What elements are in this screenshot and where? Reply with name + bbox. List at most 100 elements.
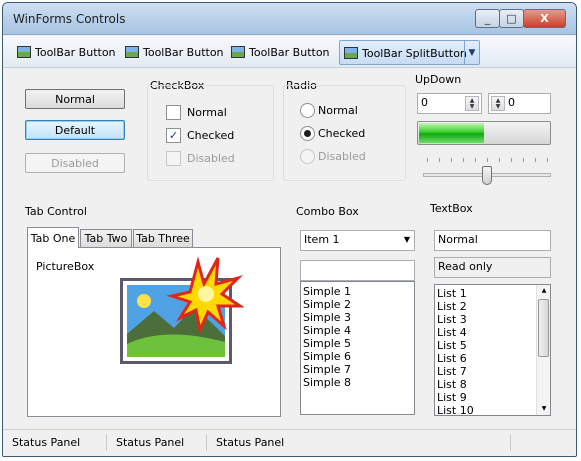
list-item[interactable]: List 2 bbox=[435, 300, 550, 313]
updown-value: 0 bbox=[508, 96, 515, 109]
chevron-down-icon[interactable]: ▼ bbox=[404, 235, 410, 244]
updown-1[interactable]: 0 ▲ ▼ bbox=[417, 93, 482, 114]
slider-tick bbox=[439, 158, 440, 162]
updown-value: 0 bbox=[421, 96, 428, 109]
status-panel-1: Status Panel bbox=[3, 434, 107, 451]
check-icon[interactable]: ✓ bbox=[166, 128, 181, 143]
toolbar-button-label: ToolBar Button bbox=[143, 45, 224, 59]
radio-checked[interactable]: Checked bbox=[300, 126, 365, 141]
toolbar-button-3[interactable]: ToolBar Button bbox=[229, 41, 332, 63]
combo-selected: Item 1 bbox=[304, 233, 340, 246]
checkbox-label: Normal bbox=[187, 106, 227, 119]
window-title: WinForms Controls bbox=[13, 12, 126, 26]
arrow-down-icon[interactable]: ▼ bbox=[466, 103, 478, 110]
scrollbar-thumb[interactable] bbox=[538, 299, 549, 357]
default-button[interactable]: Default bbox=[25, 120, 125, 140]
list-item[interactable]: List 4 bbox=[435, 326, 550, 339]
list-item[interactable]: List 6 bbox=[435, 352, 550, 365]
arrow-up-icon[interactable]: ▲ bbox=[537, 287, 550, 294]
image-icon bbox=[17, 46, 31, 58]
checkbox-checked[interactable]: ✓ Checked bbox=[166, 128, 234, 143]
app-window: WinForms Controls _ □ X ToolBar Button T… bbox=[2, 2, 577, 457]
list-item[interactable]: Simple 2 bbox=[301, 298, 414, 311]
title-bar[interactable]: WinForms Controls _ □ X bbox=[3, 3, 576, 35]
radio-circle[interactable] bbox=[300, 103, 315, 118]
toolbar-button-1[interactable]: ToolBar Button bbox=[15, 41, 118, 63]
combo-title: Combo Box bbox=[296, 205, 359, 218]
list-item[interactable]: Simple 3 bbox=[301, 311, 414, 324]
slider-tick bbox=[523, 158, 524, 162]
textbox-title: TextBox bbox=[430, 202, 473, 215]
toolbar-button-label: ToolBar Button bbox=[249, 45, 330, 59]
updown-2[interactable]: ▲ ▼ 0 bbox=[488, 93, 551, 114]
list-item[interactable]: List 8 bbox=[435, 378, 550, 391]
list-item[interactable]: Simple 5 bbox=[301, 337, 414, 350]
slider-thumb[interactable] bbox=[482, 166, 492, 185]
image-icon bbox=[125, 46, 139, 58]
updown-title: UpDown bbox=[415, 73, 462, 86]
status-panel-3: Status Panel bbox=[207, 434, 511, 451]
radio-label: Checked bbox=[318, 127, 366, 140]
progress-bar bbox=[417, 121, 551, 145]
picture-icon bbox=[120, 256, 244, 364]
list-item[interactable]: Simple 6 bbox=[301, 350, 414, 363]
progress-fill bbox=[419, 123, 484, 143]
arrow-down-icon[interactable]: ▼ bbox=[537, 405, 550, 412]
textbox-readonly[interactable]: Read only bbox=[434, 257, 551, 278]
split-button-main[interactable]: ToolBar SplitButton bbox=[342, 42, 469, 64]
checkbox-box[interactable] bbox=[166, 105, 181, 120]
list-item[interactable]: List 1 bbox=[435, 287, 550, 300]
radio-dot bbox=[304, 130, 311, 137]
list-item[interactable]: Simple 4 bbox=[301, 324, 414, 337]
status-panel-2: Status Panel bbox=[107, 434, 207, 451]
radio-circle[interactable] bbox=[300, 126, 315, 141]
toolbar: ToolBar Button ToolBar Button ToolBar Bu… bbox=[3, 36, 576, 68]
combo-simple-list[interactable]: Simple 1 Simple 2 Simple 3 Simple 4 Simp… bbox=[300, 281, 415, 415]
minimize-button[interactable]: _ bbox=[475, 9, 500, 28]
tab-three[interactable]: Tab Three bbox=[133, 229, 193, 247]
status-bar: Status Panel Status Panel Status Panel bbox=[3, 429, 576, 456]
checkbox-box bbox=[166, 151, 181, 166]
list-item[interactable]: List 5 bbox=[435, 339, 550, 352]
radio-circle bbox=[300, 149, 315, 164]
combo-dropdown[interactable]: Item 1 ▼ bbox=[300, 230, 415, 251]
radio-normal[interactable]: Normal bbox=[300, 103, 358, 118]
slider-tick bbox=[463, 158, 464, 162]
checkbox-normal[interactable]: Normal bbox=[166, 105, 227, 120]
list-item[interactable]: List 7 bbox=[435, 365, 550, 378]
close-button[interactable]: X bbox=[523, 9, 566, 28]
toolbar-split-button[interactable]: ToolBar SplitButton ▼ bbox=[339, 40, 480, 65]
picturebox-label: PictureBox bbox=[36, 260, 95, 273]
image-icon bbox=[344, 47, 358, 59]
list-item[interactable]: List 3 bbox=[435, 313, 550, 326]
updown-spinner[interactable]: ▲ ▼ bbox=[465, 96, 479, 111]
slider-tick bbox=[511, 158, 512, 162]
list-item[interactable]: Simple 8 bbox=[301, 376, 414, 389]
toolbar-button-2[interactable]: ToolBar Button bbox=[123, 41, 226, 63]
slider-tick bbox=[451, 158, 452, 162]
tab-one[interactable]: Tab One bbox=[27, 227, 79, 248]
scrollbar[interactable]: ▲ ▼ bbox=[536, 285, 550, 415]
list-item[interactable]: Simple 1 bbox=[301, 285, 414, 298]
checkbox-label: Checked bbox=[187, 129, 235, 142]
radio-label: Normal bbox=[318, 104, 358, 117]
list-item[interactable]: List 10 bbox=[435, 404, 550, 415]
chevron-down-icon[interactable]: ▼ bbox=[464, 41, 479, 64]
image-icon bbox=[231, 46, 245, 58]
combo-simple-input[interactable] bbox=[300, 260, 415, 281]
disabled-button: Disabled bbox=[25, 153, 125, 173]
maximize-button[interactable]: □ bbox=[499, 9, 524, 28]
list-item[interactable]: Simple 7 bbox=[301, 363, 414, 376]
tab-control-title: Tab Control bbox=[25, 205, 87, 218]
textbox-list[interactable]: List 1 List 2 List 3 List 4 List 5 List … bbox=[434, 284, 551, 416]
textbox-normal[interactable]: Normal bbox=[434, 230, 551, 251]
radio-disabled: Disabled bbox=[300, 149, 366, 164]
list-item[interactable]: List 9 bbox=[435, 391, 550, 404]
split-button-label: ToolBar SplitButton bbox=[362, 46, 467, 60]
tab-two[interactable]: Tab Two bbox=[80, 229, 132, 247]
normal-button[interactable]: Normal bbox=[25, 89, 125, 109]
tab-panel: PictureBox bbox=[27, 247, 281, 417]
arrow-down-icon[interactable]: ▼ bbox=[492, 103, 504, 110]
updown-spinner[interactable]: ▲ ▼ bbox=[491, 96, 505, 111]
slider-tick bbox=[427, 158, 428, 162]
